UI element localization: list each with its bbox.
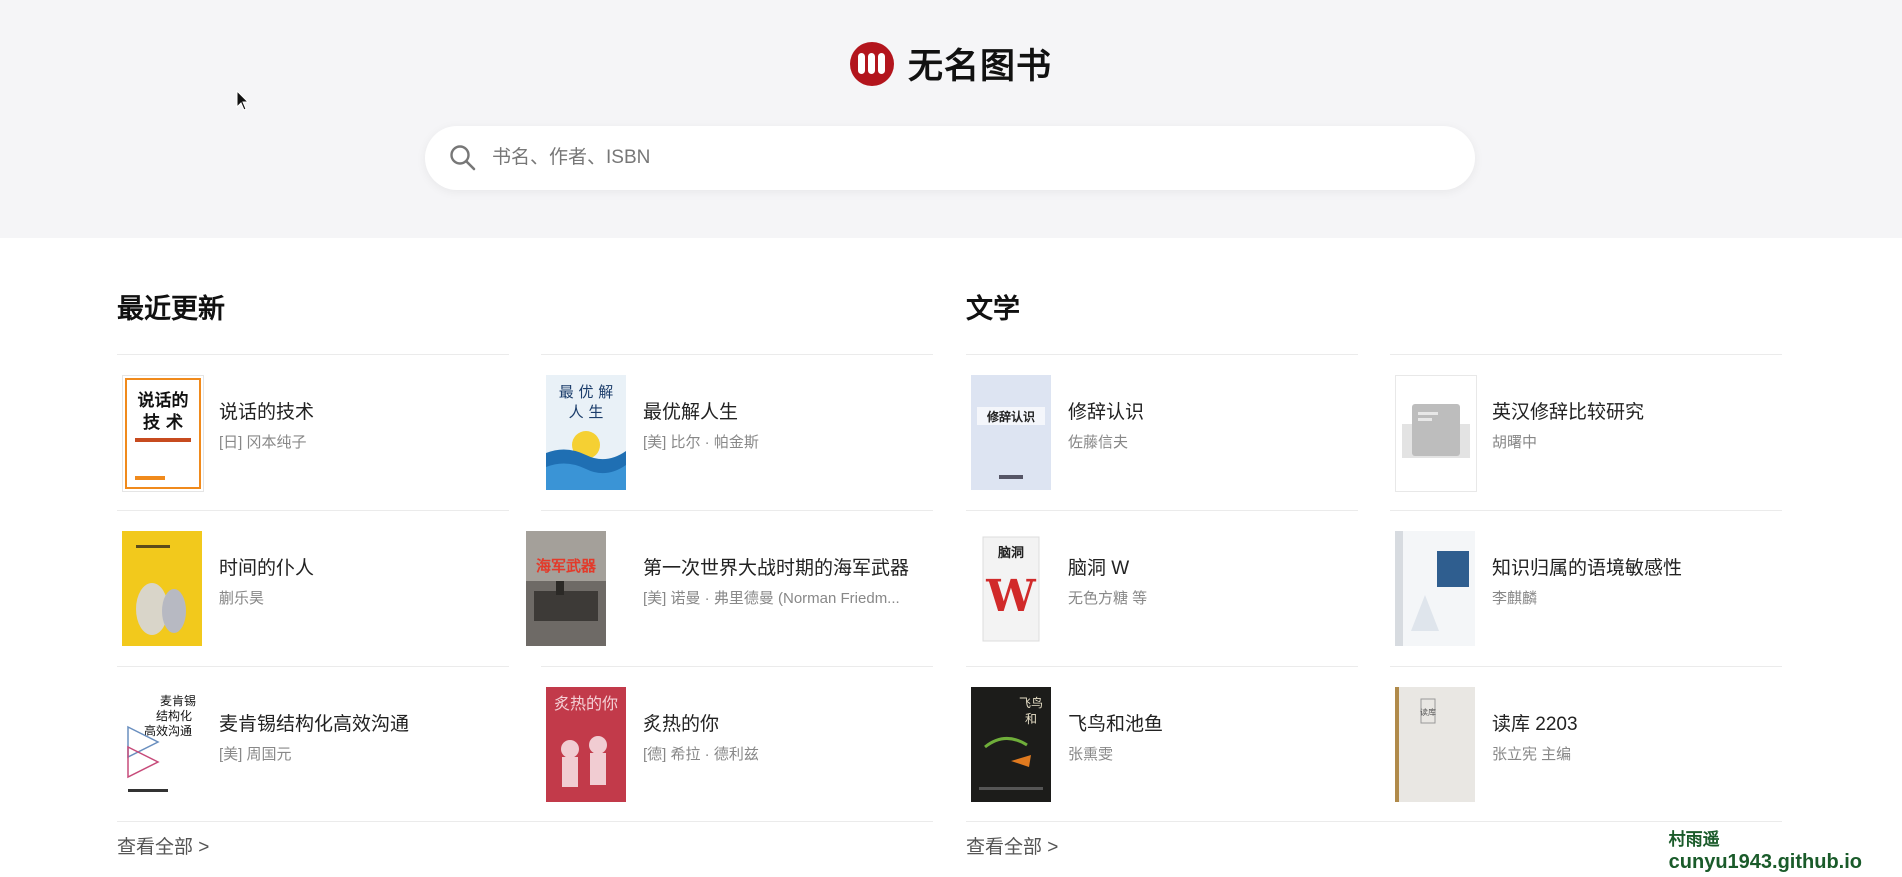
book-card[interactable]: 海军武器 第一次世界大战时期的海军武器 [美] 诺曼 · 弗里德曼 (Norma… [526, 510, 933, 666]
book-author: 李麒麟 [1492, 590, 1538, 607]
book-title[interactable]: 知识归属的语境敏感性 [1492, 553, 1782, 580]
svg-text:W: W [985, 571, 1036, 622]
svg-text:结构化: 结构化 [156, 708, 192, 723]
mouse-cursor-icon [236, 90, 250, 111]
book-card[interactable]: 飞鸟 和 飞鸟和池鱼 张熏雯 [966, 666, 1358, 822]
book-author: [日] 冈本纯子 [219, 434, 307, 451]
book-card[interactable]: 脑洞 W 脑洞 W 无色方糖 等 [966, 510, 1358, 666]
book-author: [美] 诺曼 · 弗里德曼 (Norman Friedm... [643, 590, 900, 607]
book-title[interactable]: 说话的技术 [219, 397, 509, 424]
book-author: 蒯乐昊 [219, 590, 265, 607]
book-cover[interactable]: 炙热的你 [546, 687, 626, 802]
svg-text:高效沟通: 高效沟通 [144, 723, 192, 738]
book-cover[interactable]: 修辞认识 [971, 375, 1051, 490]
svg-text:最 优 解: 最 优 解 [559, 383, 614, 401]
svg-text:修辞认识: 修辞认识 [986, 409, 1035, 424]
book-title[interactable]: 麦肯锡结构化高效沟通 [219, 709, 509, 736]
book-title[interactable]: 英汉修辞比较研究 [1492, 397, 1782, 424]
book-author: 胡曙中 [1492, 434, 1538, 451]
book-author: 张熏雯 [1068, 746, 1114, 763]
divider [117, 821, 933, 822]
svg-text:读库: 读库 [1420, 707, 1436, 717]
book-cover[interactable]: 脑洞 W [971, 531, 1051, 646]
book-author: [美] 周国元 [219, 746, 292, 763]
logo-icon [849, 41, 894, 86]
book-placeholder-icon [1402, 404, 1470, 458]
book-title[interactable]: 飞鸟和池鱼 [1068, 709, 1358, 736]
book-cover[interactable]: 飞鸟 和 [971, 687, 1051, 802]
book-author: 无色方糖 等 [1068, 590, 1148, 607]
search-input[interactable] [490, 146, 1454, 170]
svg-text:人 生: 人 生 [569, 403, 604, 421]
book-title[interactable]: 读库 2203 [1492, 709, 1782, 736]
book-card[interactable]: 英汉修辞比较研究 胡曙中 [1390, 354, 1782, 510]
section-title: 文学 [966, 294, 1020, 325]
book-card[interactable]: 说话的 技 术 说话的技术 [日] 冈本纯子 [117, 354, 509, 510]
book-card[interactable]: 读库 读库 2203 张立宪 主编 [1390, 666, 1782, 822]
section-recent: 最近更新 说话的 技 术 说话的技术 [日] 冈本纯子 最 优 解 人 生 最优… [117, 282, 933, 859]
watermark-name: 村雨遥 [1668, 830, 1720, 849]
book-author: [美] 比尔 · 帕金斯 [643, 434, 759, 451]
book-cover[interactable]: 最 优 解 人 生 [546, 375, 626, 490]
svg-text:脑洞: 脑洞 [998, 545, 1024, 561]
book-cover[interactable] [122, 531, 202, 646]
book-card[interactable]: 炙热的你 炙热的你 [德] 希拉 · 德利兹 [541, 666, 933, 822]
svg-text:飞鸟: 飞鸟 [1019, 695, 1043, 710]
book-grid: 修辞认识 修辞认识 佐藤信夫 英汉修辞比较研究 胡曙中 脑洞 W 脑洞 W 无色… [966, 354, 1782, 822]
book-title[interactable]: 修辞认识 [1068, 397, 1358, 424]
watermark: 村雨遥 cunyu1943.github.io [1669, 829, 1862, 873]
brand[interactable]: 无名图书 [0, 38, 1902, 89]
svg-text:技 术: 技 术 [143, 412, 183, 433]
book-card[interactable]: 时间的仆人 蒯乐昊 [117, 510, 509, 666]
book-title[interactable]: 最优解人生 [643, 397, 933, 424]
view-all-link[interactable]: 查看全部 > [117, 832, 933, 859]
header: 无名图书 [0, 0, 1902, 238]
svg-text:炙热的你: 炙热的你 [554, 694, 618, 713]
book-card[interactable]: 麦肯锡 结构化 高效沟通 麦肯锡结构化高效沟通 [美] 周国元 [117, 666, 509, 822]
search-icon [450, 145, 476, 171]
site-title: 无名图书 [907, 46, 1052, 87]
svg-text:海军武器: 海军武器 [536, 557, 597, 575]
book-author: 佐藤信夫 [1068, 434, 1129, 451]
book-cover-placeholder[interactable] [1395, 375, 1477, 492]
svg-text:说话的: 说话的 [138, 390, 189, 411]
watermark-url: cunyu1943.github.io [1668, 851, 1862, 873]
book-cover[interactable] [1395, 531, 1475, 646]
svg-text:和: 和 [1025, 712, 1037, 726]
book-card[interactable]: 知识归属的语境敏感性 李麒麟 [1390, 510, 1782, 666]
book-title[interactable]: 炙热的你 [643, 709, 933, 736]
book-author: [德] 希拉 · 德利兹 [643, 746, 759, 763]
search-bar[interactable] [425, 126, 1475, 190]
svg-text:麦肯锡: 麦肯锡 [160, 693, 196, 708]
book-title[interactable]: 时间的仆人 [219, 553, 509, 580]
book-title[interactable]: 脑洞 W [1068, 553, 1358, 580]
book-cover[interactable]: 海军武器 [526, 531, 606, 646]
view-all-link[interactable]: 查看全部 > [966, 832, 1782, 859]
book-title[interactable]: 第一次世界大战时期的海军武器 [643, 553, 933, 580]
divider [966, 821, 1782, 822]
section-title: 最近更新 [117, 294, 225, 325]
book-cover[interactable]: 麦肯锡 结构化 高效沟通 [122, 687, 202, 802]
book-card[interactable]: 修辞认识 修辞认识 佐藤信夫 [966, 354, 1358, 510]
section-literature: 文学 修辞认识 修辞认识 佐藤信夫 英汉修辞比较研究 胡曙中 脑洞 W 脑洞 W… [966, 282, 1782, 859]
book-card[interactable]: 最 优 解 人 生 最优解人生 [美] 比尔 · 帕金斯 [541, 354, 933, 510]
book-cover[interactable]: 读库 [1395, 687, 1475, 802]
book-cover[interactable]: 说话的 技 术 [122, 375, 204, 492]
book-grid: 说话的 技 术 说话的技术 [日] 冈本纯子 最 优 解 人 生 最优解人生 [… [117, 354, 933, 822]
book-author: 张立宪 主编 [1492, 746, 1572, 763]
